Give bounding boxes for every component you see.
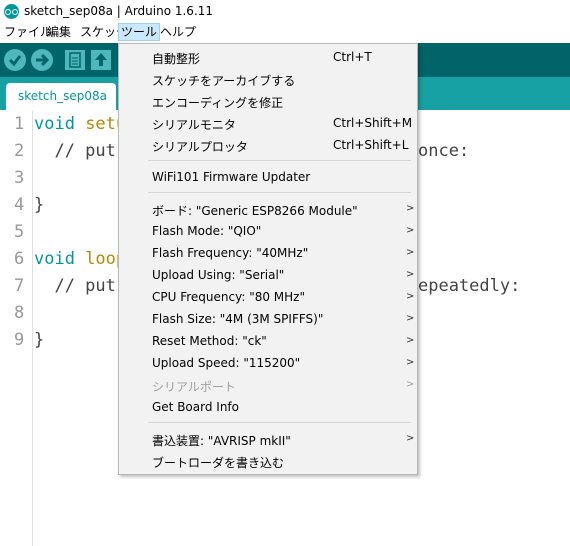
menu-item-label: Upload Speed: "115200" [152, 356, 301, 370]
menu-item-label: WiFi101 Firmware Updater [152, 170, 311, 184]
menu-item-wifi-updater[interactable]: WiFi101 Firmware Updater [119, 166, 417, 188]
chevron-right-icon: > [406, 433, 415, 444]
menu-item-label: 自動整形 [152, 52, 201, 66]
menu-tools[interactable]: ツール [118, 23, 161, 41]
arrow-up-icon [95, 53, 107, 66]
arduino-logo-icon [4, 4, 19, 19]
chevron-right-icon: > [406, 225, 415, 236]
menu-item-board[interactable]: ボード: "Generic ESP8266 Module" > [119, 198, 417, 220]
chevron-right-icon: > [406, 203, 415, 214]
line-number: 4 [14, 195, 25, 215]
code-line-4: } [34, 195, 45, 215]
menu-item-label: Flash Mode: "QIO" [152, 224, 262, 238]
line-number: 8 [14, 303, 25, 323]
line-number: 1 [14, 114, 25, 134]
menu-item-label: シリアルポート [152, 380, 236, 394]
menu-separator [148, 160, 411, 161]
line-number: 2 [14, 141, 25, 161]
menu-item-label: Flash Size: "4M (3M SPIFFS)" [152, 312, 324, 326]
chevron-right-icon: > [406, 357, 415, 368]
title-bar: sketch_sep08a | Arduino 1.6.11 [0, 0, 570, 22]
code-line-2-tail: once: [418, 141, 470, 161]
arrow-right-icon [36, 53, 50, 67]
menu-item-cpu-frequency[interactable]: CPU Frequency: "80 MHz" > [119, 286, 417, 308]
menu-bar: ファイル 編集 スケッチ ツール ヘルプ [0, 22, 570, 42]
menu-item-archive-sketch[interactable]: スケッチをアーカイブする [119, 68, 417, 90]
menu-item-label: ボード: "Generic ESP8266 Module" [152, 204, 358, 218]
chevron-right-icon: > [406, 291, 415, 302]
menu-item-programmer[interactable]: 書込装置: "AVRISP mkII" > [119, 428, 417, 450]
menu-item-label: Get Board Info [152, 400, 239, 414]
menu-item-label: エンコーディングを修正 [152, 96, 284, 110]
code-line-7-tail: epeatedly: [418, 276, 521, 296]
menu-item-label: 書込装置: "AVRISP mkII" [152, 434, 291, 448]
open-button[interactable] [91, 50, 111, 70]
menu-item-label: ブートローダを書き込む [152, 456, 285, 470]
verify-button[interactable] [4, 49, 26, 71]
menu-item-flash-frequency[interactable]: Flash Frequency: "40MHz" > [119, 242, 417, 264]
menu-item-label: CPU Frequency: "80 MHz" [152, 290, 305, 304]
menu-help[interactable]: ヘルプ [158, 24, 198, 40]
menu-item-upload-using[interactable]: Upload Using: "Serial" > [119, 264, 417, 286]
menu-item-flash-size[interactable]: Flash Size: "4M (3M SPIFFS)" > [119, 308, 417, 330]
line-number: 5 [14, 222, 25, 242]
menu-item-auto-format[interactable]: 自動整形 Ctrl+T [119, 46, 417, 68]
menu-item-serial-port: シリアルポート > [119, 374, 417, 396]
code-line-7: // put [34, 276, 116, 296]
menu-item-reset-method[interactable]: Reset Method: "ck" > [119, 330, 417, 352]
check-icon [8, 55, 22, 67]
menu-item-label: Flash Frequency: "40MHz" [152, 246, 309, 260]
tab-label: sketch_sep08a [18, 89, 107, 103]
gutter-divider [32, 110, 33, 546]
menu-edit[interactable]: 編集 [45, 24, 73, 40]
code-line-2: // put [34, 141, 116, 161]
menu-item-upload-speed[interactable]: Upload Speed: "115200" > [119, 352, 417, 374]
chevron-right-icon: > [406, 247, 415, 258]
shortcut-label: Ctrl+T [333, 50, 372, 64]
menu-item-label: Upload Using: "Serial" [152, 268, 285, 282]
menu-item-flash-mode[interactable]: Flash Mode: "QIO" > [119, 220, 417, 242]
code-line-1: void setu [34, 114, 126, 134]
line-number: 3 [14, 168, 25, 188]
new-button[interactable] [65, 50, 85, 70]
menu-item-label: シリアルモニタ [152, 118, 236, 132]
chevron-right-icon: > [406, 379, 415, 390]
new-file-icon [69, 52, 81, 68]
menu-item-burn-bootloader[interactable]: ブートローダを書き込む [119, 450, 417, 472]
tab-sketch[interactable]: sketch_sep08a [6, 83, 116, 110]
menu-separator [148, 422, 411, 423]
upload-button[interactable] [31, 49, 53, 71]
tools-menu: 自動整形 Ctrl+T スケッチをアーカイブする エンコーディングを修正 シリア… [118, 43, 418, 475]
code-line-6: void loop [34, 249, 126, 269]
menu-item-label: シリアルプロッタ [152, 140, 248, 154]
chevron-right-icon: > [406, 269, 415, 280]
shortcut-label: Ctrl+Shift+L [333, 138, 409, 152]
window-title: sketch_sep08a | Arduino 1.6.11 [24, 4, 214, 18]
keyword: void [34, 249, 75, 269]
chevron-right-icon: > [406, 335, 415, 346]
code-line-9: } [34, 330, 45, 350]
menu-item-serial-plotter[interactable]: シリアルプロッタ Ctrl+Shift+L [119, 134, 417, 156]
menu-item-fix-encoding[interactable]: エンコーディングを修正 [119, 90, 417, 112]
menu-item-serial-monitor[interactable]: シリアルモニタ Ctrl+Shift+M [119, 112, 417, 134]
shortcut-label: Ctrl+Shift+M [333, 116, 413, 130]
line-number: 9 [14, 330, 25, 350]
line-number: 7 [14, 276, 25, 296]
menu-separator [148, 192, 411, 193]
keyword: void [34, 114, 75, 134]
line-number: 6 [14, 249, 25, 269]
chevron-right-icon: > [406, 313, 415, 324]
menu-item-board-info[interactable]: Get Board Info [119, 396, 417, 418]
menu-item-label: Reset Method: "ck" [152, 334, 267, 348]
menu-item-label: スケッチをアーカイブする [152, 74, 296, 88]
